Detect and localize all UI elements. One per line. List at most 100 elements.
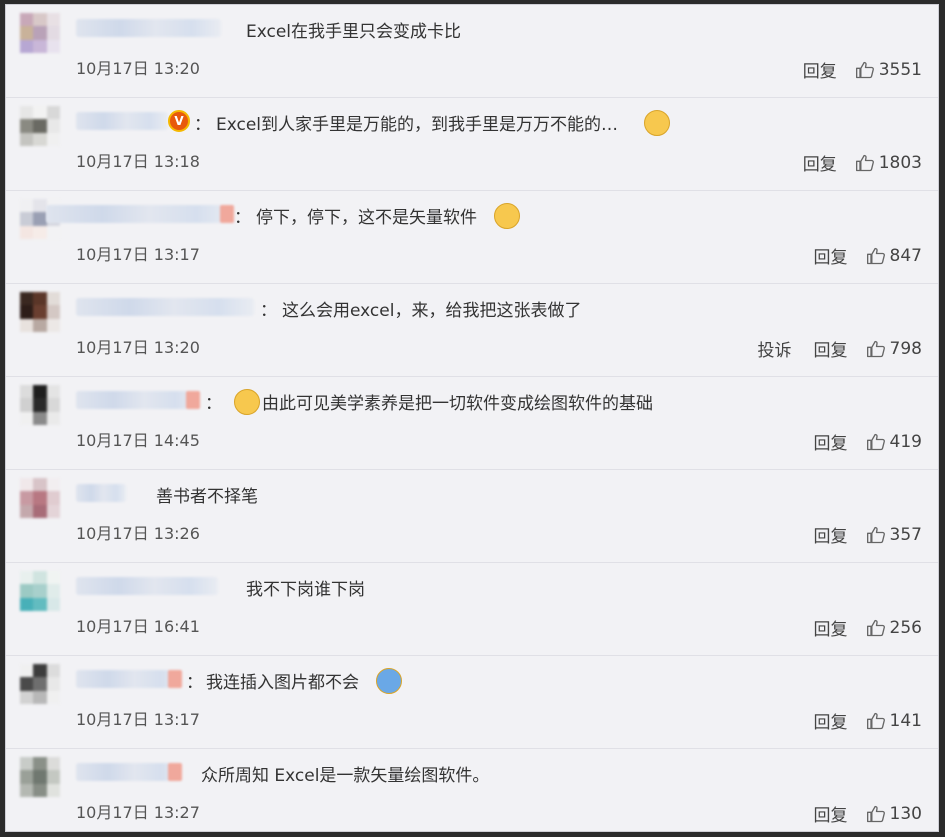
- like-count: 798: [889, 338, 922, 359]
- reply-link[interactable]: 回复: [814, 243, 848, 268]
- comment-timestamp: 10月17日 14:45: [76, 431, 200, 450]
- colon-separator: ：: [186, 673, 203, 693]
- comment-text: 停下，停下，这不是矢量软件: [256, 208, 477, 228]
- comment-text: 我不下岗谁下岗: [246, 580, 365, 600]
- comment-timestamp: 10月17日 16:41: [76, 617, 200, 636]
- like-count: 256: [889, 617, 922, 638]
- username-blurred[interactable]: [76, 577, 218, 595]
- comment-timestamp: 10月17日 13:26: [76, 524, 200, 543]
- comment-item: ： 由此可见美学素养是把一切软件变成绘图软件的基础 10月17日 14:45 回复 41…: [6, 377, 938, 470]
- avatar[interactable]: [20, 757, 60, 797]
- thumbs-up-icon: [866, 712, 885, 729]
- comment-text: Excel在我手里只会变成卡比: [246, 22, 462, 42]
- thumbs-up-icon: [866, 247, 885, 264]
- reply-link[interactable]: 回复: [814, 801, 848, 826]
- emoji-icon: [494, 203, 520, 229]
- comment-actions: 投诉 回复 798: [736, 336, 922, 362]
- username-blurred[interactable]: [76, 484, 126, 502]
- avatar[interactable]: [20, 664, 60, 704]
- comment-text: 众所周知 Excel是一款矢量绘图软件。: [201, 766, 490, 786]
- reply-link[interactable]: 回复: [814, 615, 848, 640]
- comment-actions: 回复 256: [792, 615, 922, 641]
- comment-item: 善书者不择笔 10月17日 13:26 回复 357: [6, 470, 938, 563]
- like-count: 419: [889, 431, 922, 452]
- reply-link[interactable]: 回复: [814, 522, 848, 547]
- comment-timestamp: 10月17日 13:27: [76, 803, 200, 822]
- comment-item: ：停下，停下，这不是矢量软件 10月17日 13:17 回复 847: [6, 191, 938, 284]
- comment-item: 众所周知 Excel是一款矢量绘图软件。 10月17日 13:27 回复 130: [6, 749, 938, 831]
- thumbs-up-icon: [855, 61, 874, 78]
- thumbs-up-icon: [866, 340, 885, 357]
- comment-timestamp: 10月17日 13:17: [76, 245, 200, 264]
- reply-link[interactable]: 回复: [803, 150, 837, 175]
- thumbs-up-icon: [866, 433, 885, 450]
- like-button[interactable]: 419: [866, 432, 922, 452]
- thumbs-up-icon: [855, 154, 874, 171]
- like-count: 3551: [878, 59, 922, 80]
- thumbs-up-icon: [866, 805, 885, 822]
- username-blurred[interactable]: [76, 391, 200, 409]
- avatar[interactable]: [20, 106, 60, 146]
- reply-link[interactable]: 回复: [814, 336, 848, 361]
- like-button[interactable]: 357: [866, 525, 922, 545]
- like-button[interactable]: 3551: [855, 60, 922, 80]
- comment-text: 这么会用excel，来，给我把这张表做了: [282, 301, 582, 321]
- avatar[interactable]: [20, 13, 60, 53]
- avatar[interactable]: [20, 292, 60, 332]
- reply-link[interactable]: 回复: [814, 429, 848, 454]
- comment-timestamp: 10月17日 13:17: [76, 710, 200, 729]
- like-count: 130: [889, 803, 922, 824]
- comment-item: Excel在我手里只会变成卡比 10月17日 13:20 回复 3551: [6, 5, 938, 98]
- thumbs-up-icon: [866, 619, 885, 636]
- comment-item: ：这么会用excel，来，给我把这张表做了 10月17日 13:20 投诉 回复 798: [6, 284, 938, 377]
- comment-text: 由此可见美学素养是把一切软件变成绘图软件的基础: [262, 394, 653, 414]
- username-blurred[interactable]: [76, 763, 182, 781]
- comment-text: Excel到人家手里是万能的，到我手里是万万不能的…: [216, 115, 619, 135]
- avatar[interactable]: [20, 571, 60, 611]
- colon-separator: ：: [234, 208, 251, 228]
- colon-separator: ：: [205, 394, 222, 414]
- comment-actions: 回复 1803: [781, 150, 922, 176]
- comment-item: ：我连插入图片都不会 10月17日 13:17 回复 141: [6, 656, 938, 749]
- comment-item: 我不下岗谁下岗 10月17日 16:41 回复 256: [6, 563, 938, 656]
- thumbs-up-icon: [866, 526, 885, 543]
- comment-timestamp: 10月17日 13:20: [76, 59, 200, 78]
- comment-timestamp: 10月17日 13:18: [76, 152, 200, 171]
- username-blurred[interactable]: [46, 205, 234, 223]
- username-blurred[interactable]: [76, 19, 221, 37]
- emoji-icon: [644, 110, 670, 136]
- avatar[interactable]: [20, 385, 60, 425]
- username-blurred[interactable]: [76, 112, 168, 130]
- comment-item: V： Excel到人家手里是万能的，到我手里是万万不能的… 10月17日 13:18…: [6, 98, 938, 191]
- like-button[interactable]: 141: [866, 711, 922, 731]
- colon-separator: ：: [194, 115, 211, 135]
- comment-text: 善书者不择笔: [156, 487, 258, 507]
- username-blurred[interactable]: [76, 298, 254, 316]
- reply-link[interactable]: 回复: [814, 708, 848, 733]
- colon-separator: ：: [260, 301, 277, 321]
- comment-actions: 回复 3551: [781, 57, 922, 83]
- like-button[interactable]: 798: [866, 339, 922, 359]
- comment-actions: 回复 419: [792, 429, 922, 455]
- like-button[interactable]: 847: [866, 246, 922, 266]
- comment-actions: 回复 357: [792, 522, 922, 548]
- like-count: 1803: [878, 152, 922, 173]
- like-count: 357: [889, 524, 922, 545]
- avatar[interactable]: [20, 478, 60, 518]
- comment-list: Excel在我手里只会变成卡比 10月17日 13:20 回复 3551 V： Excel…: [5, 4, 939, 832]
- emoji-icon: [234, 389, 260, 415]
- username-blurred[interactable]: [76, 670, 182, 688]
- like-count: 847: [889, 245, 922, 266]
- like-button[interactable]: 1803: [855, 153, 922, 173]
- report-link[interactable]: 投诉: [758, 336, 792, 361]
- like-count: 141: [889, 710, 922, 731]
- like-button[interactable]: 256: [866, 618, 922, 638]
- like-button[interactable]: 130: [866, 804, 922, 824]
- verified-badge-icon: V: [168, 110, 190, 132]
- comment-timestamp: 10月17日 13:20: [76, 338, 200, 357]
- comment-actions: 回复 847: [792, 243, 922, 269]
- comment-actions: 回复 141: [792, 708, 922, 734]
- comment-text: 我连插入图片都不会: [206, 673, 359, 693]
- reply-link[interactable]: 回复: [803, 57, 837, 82]
- comment-actions: 回复 130: [792, 801, 922, 827]
